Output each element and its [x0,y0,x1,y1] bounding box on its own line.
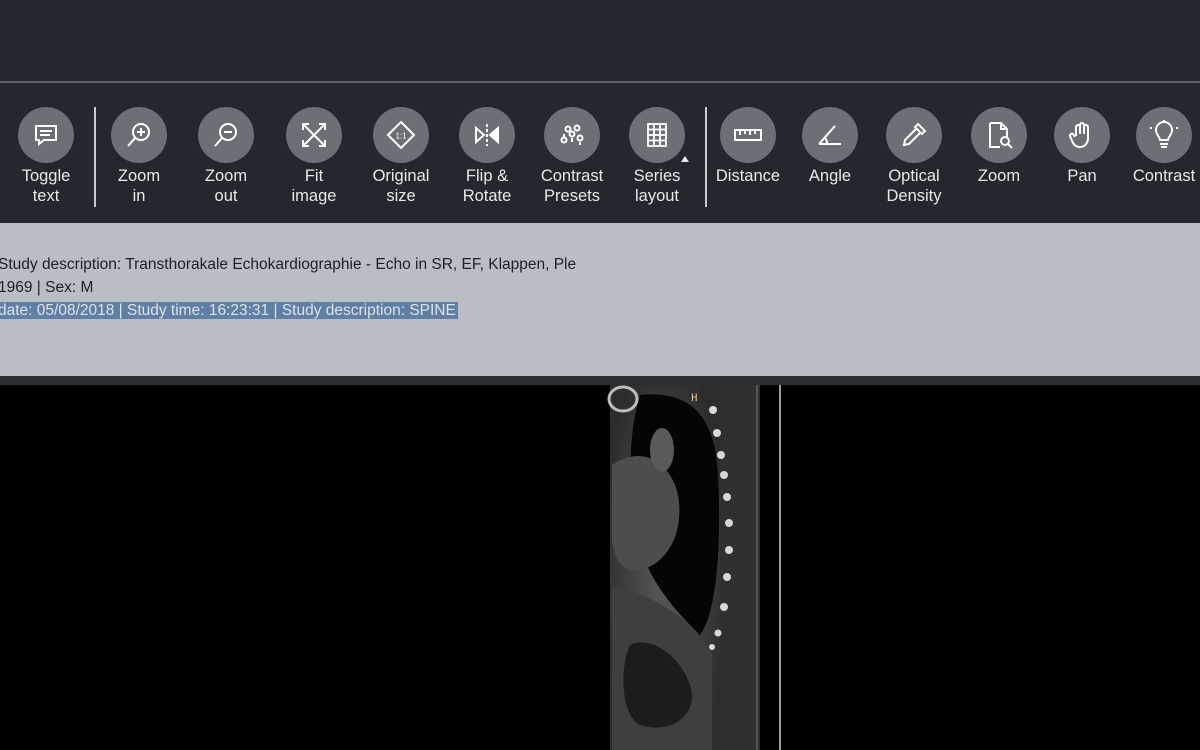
series-layout-button[interactable]: Series layout [607,107,707,206]
svg-text:1:1: 1:1 [395,132,407,141]
pipette-icon [886,107,942,163]
contrast-presets-icon [544,107,600,163]
image-viewport[interactable]: H [0,385,1200,750]
original-size-button[interactable]: 1:1 Original size [351,107,451,206]
study-info-line-1: Study description: Transthorakale Echoka… [0,256,577,273]
flip-rotate-icon [459,107,515,163]
fit-image-label: Fit image [291,167,337,205]
zoom-document-icon [971,107,1027,163]
angle-icon [802,107,858,163]
contrast-label: Contrast [1132,167,1196,185]
toggle-text-button[interactable]: Toggle text [0,107,96,206]
fit-image-icon [286,107,342,163]
zoom-in-icon [111,107,167,163]
original-size-label: Original size [372,167,430,205]
title-bar [0,0,1200,81]
fit-image-button[interactable]: Fit image [264,107,364,206]
contrast-button[interactable]: Contrast [1114,107,1200,186]
zoom-in-label: Zoom in [117,167,161,205]
study-info-line-3: date: 05/08/2018 | Study time: 16:23:31 … [0,302,458,319]
toggle-text-label: Toggle text [21,167,71,205]
study-info-line-3-wrapper: date: 05/08/2018 | Study time: 16:23:31 … [0,301,458,321]
zoom-out-button[interactable]: Zoom out [176,107,276,206]
ruler-icon [720,107,776,163]
zoom-in-button[interactable]: Zoom in [89,107,189,206]
hand-icon [1054,107,1110,163]
zoom-out-label: Zoom out [204,167,248,205]
toggle-text-icon [18,107,74,163]
series-layout-icon [629,107,685,163]
original-size-icon: 1:1 [373,107,429,163]
series-layout-label: Series layout [633,167,681,205]
lightbulb-icon [1136,107,1192,163]
study-info-panel: Study description: Transthorakale Echoka… [0,223,1200,376]
orientation-marker: H [691,393,698,405]
study-info-line-2: 1969 | Sex: M [0,279,94,296]
info-panel-divider [0,376,1200,385]
ct-scan-image [607,385,781,750]
zoom-out-icon [198,107,254,163]
dropdown-caret-icon[interactable] [681,156,689,162]
toolbar: Toggle text Zoom in Zoom out Fit image 1… [0,83,1200,223]
